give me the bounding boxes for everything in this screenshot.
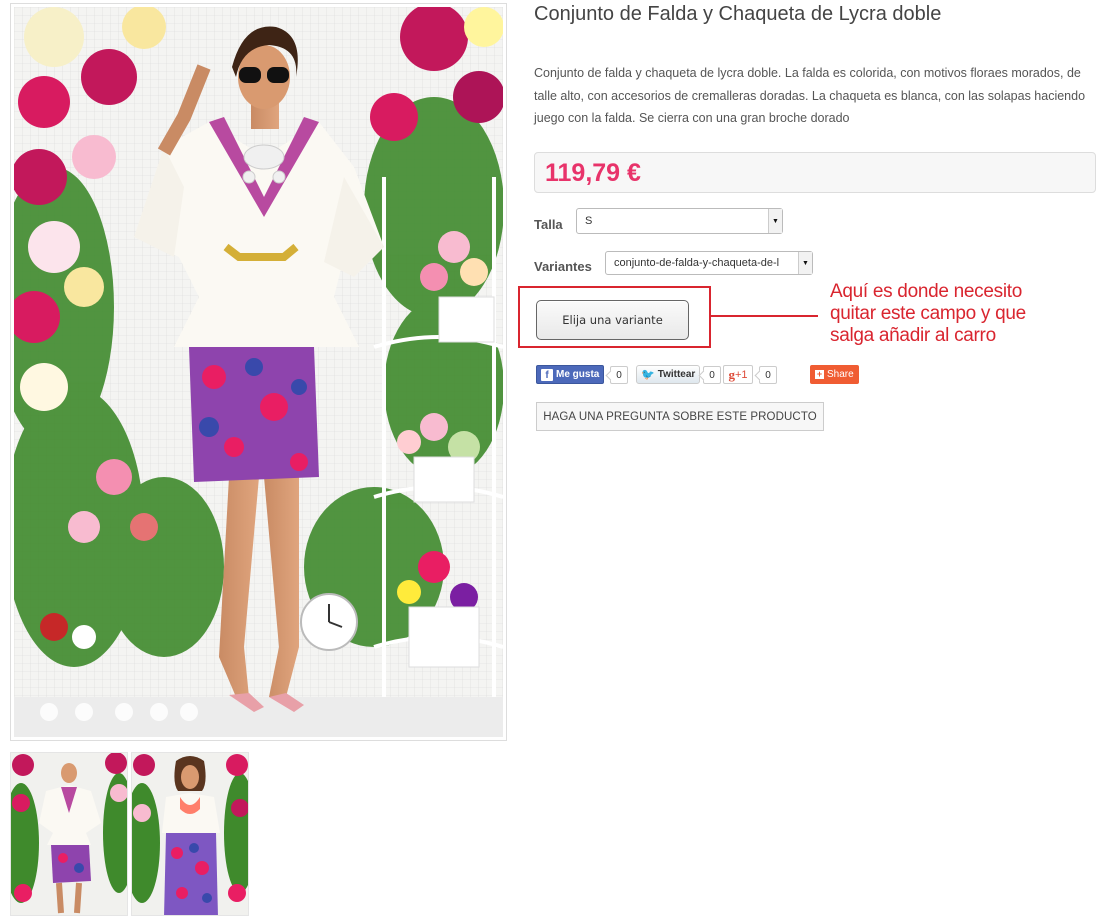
product-description: Conjunto de falda y chaqueta de lycra do… [534, 66, 1086, 125]
variants-select[interactable]: conjunto-de-falda-y-chaqueta-de-l ▼ [605, 251, 813, 275]
facebook-icon: f [541, 368, 553, 381]
dropdown-arrow-icon: ▼ [768, 209, 782, 233]
size-label: Talla [534, 217, 563, 232]
size-select[interactable]: S ▼ [576, 208, 783, 234]
google-plus-count: 0 [759, 366, 777, 384]
twitter-count: 0 [703, 366, 721, 384]
annotation-line-1: Aquí es donde necesito [830, 281, 1022, 302]
variants-label: Variantes [534, 259, 592, 274]
annotation-note: Aquí es donde necesito quitar este campo… [830, 281, 1090, 347]
thumbnail-image [11, 753, 127, 915]
google-plus-button[interactable]: g +1 [723, 365, 753, 384]
twitter-bird-icon: 🐦 [641, 369, 655, 381]
twitter-tweet-label: Twittear [657, 369, 696, 380]
price-box: 119,79 € [534, 152, 1096, 193]
size-select-value: S [585, 215, 593, 227]
share-plus-icon: + [815, 369, 824, 379]
thumbnail-image [132, 753, 248, 915]
share-button[interactable]: + Share [810, 365, 859, 384]
facebook-count: 0 [610, 366, 628, 384]
main-product-image[interactable] [10, 3, 507, 741]
product-photo-illustration [14, 7, 503, 737]
thumbnail-coral-top[interactable] [131, 752, 249, 916]
annotation-line-2: quitar este campo y que [830, 303, 1026, 324]
product-title: Conjunto de Falda y Chaqueta de Lycra do… [534, 3, 942, 25]
facebook-like-button[interactable]: f Me gusta [536, 365, 605, 384]
annotation-line-3: salga añadir al carro [830, 325, 996, 346]
facebook-like-label: Me gusta [556, 369, 600, 380]
variants-select-value: conjunto-de-falda-y-chaqueta-de-l [614, 257, 780, 269]
thumbnail-white-jacket[interactable] [10, 752, 128, 916]
twitter-tweet-button[interactable]: 🐦 Twittear [636, 365, 701, 384]
product-price: 119,79 € [545, 159, 641, 187]
annotation-connector-line [711, 315, 818, 317]
ask-question-button[interactable]: HAGA UNA PREGUNTA SOBRE ESTE PRODUCTO [536, 402, 824, 431]
choose-variant-button[interactable]: Elija una variante [536, 300, 689, 340]
share-label: Share [827, 369, 854, 380]
google-plus-label: +1 [734, 368, 748, 381]
dropdown-arrow-icon: ▼ [798, 252, 812, 274]
